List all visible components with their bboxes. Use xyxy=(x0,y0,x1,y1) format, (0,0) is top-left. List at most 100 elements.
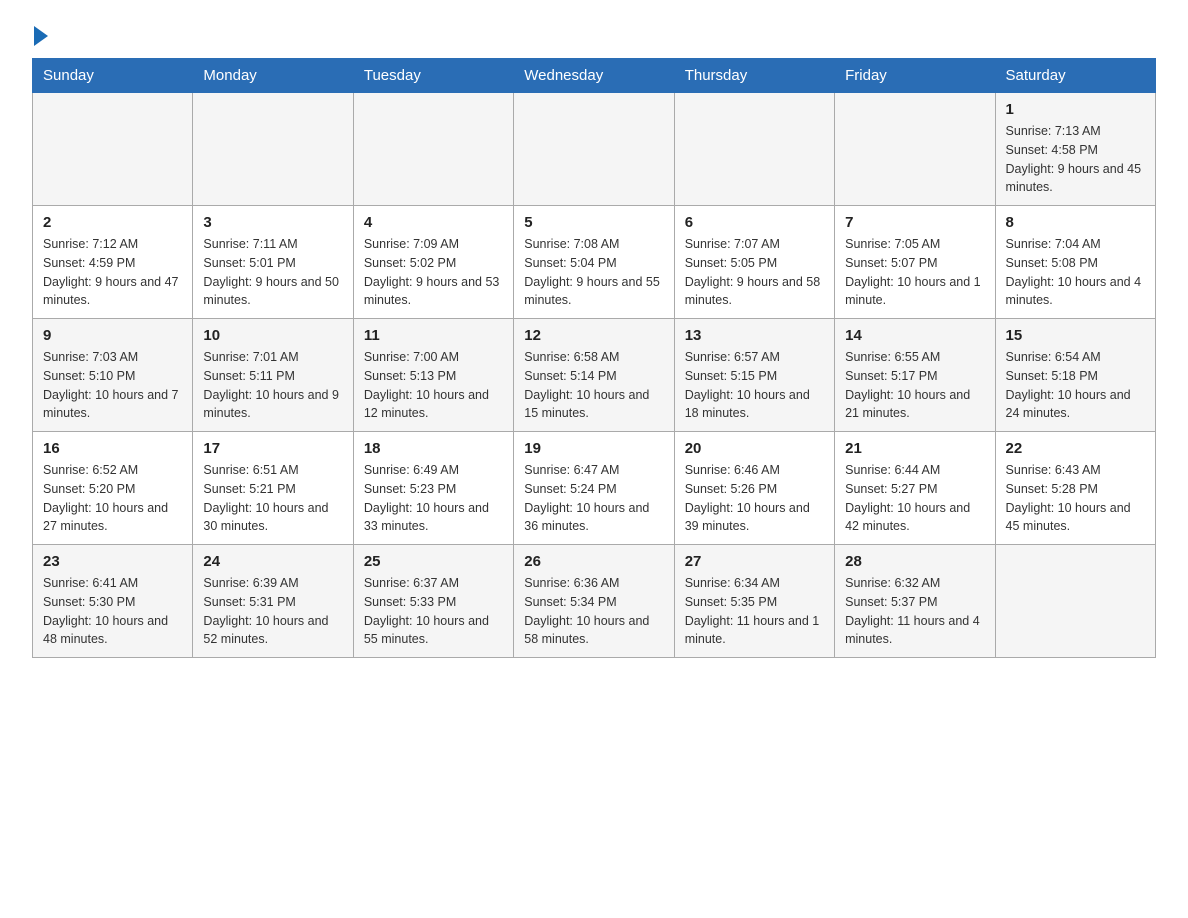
day-number: 18 xyxy=(364,440,503,457)
weekday-header-tuesday: Tuesday xyxy=(353,59,513,93)
calendar-day-cell xyxy=(193,93,353,206)
day-number: 9 xyxy=(43,327,182,344)
day-info: Sunrise: 6:43 AM Sunset: 5:28 PM Dayligh… xyxy=(1006,461,1145,536)
calendar-day-cell: 19 Sunrise: 6:47 AM Sunset: 5:24 PM Dayli… xyxy=(514,432,674,545)
calendar-day-cell: 12 Sunrise: 6:58 AM Sunset: 5:14 PM Dayli… xyxy=(514,319,674,432)
day-info: Sunrise: 6:41 AM Sunset: 5:30 PM Dayligh… xyxy=(43,574,182,649)
weekday-header-wednesday: Wednesday xyxy=(514,59,674,93)
day-info: Sunrise: 6:39 AM Sunset: 5:31 PM Dayligh… xyxy=(203,574,342,649)
day-number: 25 xyxy=(364,553,503,570)
calendar-day-cell: 21 Sunrise: 6:44 AM Sunset: 5:27 PM Dayli… xyxy=(835,432,995,545)
calendar-day-cell: 14 Sunrise: 6:55 AM Sunset: 5:17 PM Dayli… xyxy=(835,319,995,432)
logo xyxy=(32,24,48,42)
calendar-day-cell: 26 Sunrise: 6:36 AM Sunset: 5:34 PM Dayli… xyxy=(514,545,674,658)
day-number: 28 xyxy=(845,553,984,570)
day-number: 10 xyxy=(203,327,342,344)
page-header xyxy=(32,24,1156,42)
calendar-day-cell: 6 Sunrise: 7:07 AM Sunset: 5:05 PM Daylig… xyxy=(674,206,834,319)
day-info: Sunrise: 7:04 AM Sunset: 5:08 PM Dayligh… xyxy=(1006,235,1145,310)
calendar-day-cell: 20 Sunrise: 6:46 AM Sunset: 5:26 PM Dayli… xyxy=(674,432,834,545)
calendar-day-cell xyxy=(835,93,995,206)
day-number: 15 xyxy=(1006,327,1145,344)
calendar-day-cell: 4 Sunrise: 7:09 AM Sunset: 5:02 PM Daylig… xyxy=(353,206,513,319)
calendar-day-cell: 3Sunrise: 7:11 AM Sunset: 5:01 PM Daylig… xyxy=(193,206,353,319)
calendar-day-cell: 15 Sunrise: 6:54 AM Sunset: 5:18 PM Dayli… xyxy=(995,319,1155,432)
calendar-day-cell xyxy=(33,93,193,206)
day-info: Sunrise: 6:32 AM Sunset: 5:37 PM Dayligh… xyxy=(845,574,984,649)
day-number: 19 xyxy=(524,440,663,457)
day-info: Sunrise: 6:34 AM Sunset: 5:35 PM Dayligh… xyxy=(685,574,824,649)
calendar-header-row: SundayMondayTuesdayWednesdayThursdayFrid… xyxy=(33,59,1156,93)
calendar-day-cell: 16 Sunrise: 6:52 AM Sunset: 5:20 PM Dayli… xyxy=(33,432,193,545)
day-number: 3 xyxy=(203,214,342,231)
day-number: 23 xyxy=(43,553,182,570)
calendar-day-cell: 13 Sunrise: 6:57 AM Sunset: 5:15 PM Dayli… xyxy=(674,319,834,432)
day-number: 14 xyxy=(845,327,984,344)
day-info: Sunrise: 7:05 AM Sunset: 5:07 PM Dayligh… xyxy=(845,235,984,310)
day-number: 16 xyxy=(43,440,182,457)
calendar-week-row: 2 Sunrise: 7:12 AM Sunset: 4:59 PM Daylig… xyxy=(33,206,1156,319)
calendar-day-cell: 5 Sunrise: 7:08 AM Sunset: 5:04 PM Daylig… xyxy=(514,206,674,319)
day-info: Sunrise: 7:07 AM Sunset: 5:05 PM Dayligh… xyxy=(685,235,824,310)
calendar-week-row: 1 Sunrise: 7:13 AM Sunset: 4:58 PM Daylig… xyxy=(33,93,1156,206)
calendar-day-cell xyxy=(995,545,1155,658)
day-number: 20 xyxy=(685,440,824,457)
day-number: 21 xyxy=(845,440,984,457)
calendar-day-cell xyxy=(514,93,674,206)
day-info: Sunrise: 6:58 AM Sunset: 5:14 PM Dayligh… xyxy=(524,348,663,423)
day-number: 12 xyxy=(524,327,663,344)
day-number: 26 xyxy=(524,553,663,570)
day-number: 8 xyxy=(1006,214,1145,231)
day-info: Sunrise: 6:46 AM Sunset: 5:26 PM Dayligh… xyxy=(685,461,824,536)
day-number: 5 xyxy=(524,214,663,231)
day-number: 6 xyxy=(685,214,824,231)
day-info: Sunrise: 6:36 AM Sunset: 5:34 PM Dayligh… xyxy=(524,574,663,649)
day-info: Sunrise: 7:01 AM Sunset: 5:11 PM Dayligh… xyxy=(203,348,342,423)
logo-arrow-icon xyxy=(34,26,48,46)
day-info: Sunrise: 7:09 AM Sunset: 5:02 PM Dayligh… xyxy=(364,235,503,310)
day-info: Sunrise: 7:03 AM Sunset: 5:10 PM Dayligh… xyxy=(43,348,182,423)
day-info: Sunrise: 6:54 AM Sunset: 5:18 PM Dayligh… xyxy=(1006,348,1145,423)
day-number: 7 xyxy=(845,214,984,231)
day-info: Sunrise: 6:51 AM Sunset: 5:21 PM Dayligh… xyxy=(203,461,342,536)
day-info: Sunrise: 6:57 AM Sunset: 5:15 PM Dayligh… xyxy=(685,348,824,423)
calendar-day-cell: 23 Sunrise: 6:41 AM Sunset: 5:30 PM Dayli… xyxy=(33,545,193,658)
calendar-day-cell: 28 Sunrise: 6:32 AM Sunset: 5:37 PM Dayli… xyxy=(835,545,995,658)
weekday-header-saturday: Saturday xyxy=(995,59,1155,93)
calendar-day-cell: 2 Sunrise: 7:12 AM Sunset: 4:59 PM Daylig… xyxy=(33,206,193,319)
weekday-header-thursday: Thursday xyxy=(674,59,834,93)
calendar-week-row: 23 Sunrise: 6:41 AM Sunset: 5:30 PM Dayli… xyxy=(33,545,1156,658)
day-info: Sunrise: 7:12 AM Sunset: 4:59 PM Dayligh… xyxy=(43,235,182,310)
weekday-header-sunday: Sunday xyxy=(33,59,193,93)
day-number: 4 xyxy=(364,214,503,231)
calendar-day-cell: 27 Sunrise: 6:34 AM Sunset: 5:35 PM Dayli… xyxy=(674,545,834,658)
day-number: 13 xyxy=(685,327,824,344)
day-number: 17 xyxy=(203,440,342,457)
weekday-header-friday: Friday xyxy=(835,59,995,93)
calendar-day-cell: 22 Sunrise: 6:43 AM Sunset: 5:28 PM Dayli… xyxy=(995,432,1155,545)
calendar-day-cell: 7 Sunrise: 7:05 AM Sunset: 5:07 PM Daylig… xyxy=(835,206,995,319)
calendar-day-cell: 17 Sunrise: 6:51 AM Sunset: 5:21 PM Dayli… xyxy=(193,432,353,545)
calendar-week-row: 9 Sunrise: 7:03 AM Sunset: 5:10 PM Daylig… xyxy=(33,319,1156,432)
day-info: Sunrise: 6:55 AM Sunset: 5:17 PM Dayligh… xyxy=(845,348,984,423)
day-info: Sunrise: 6:44 AM Sunset: 5:27 PM Dayligh… xyxy=(845,461,984,536)
day-info: Sunrise: 6:47 AM Sunset: 5:24 PM Dayligh… xyxy=(524,461,663,536)
calendar-week-row: 16 Sunrise: 6:52 AM Sunset: 5:20 PM Dayli… xyxy=(33,432,1156,545)
day-info: Sunrise: 7:13 AM Sunset: 4:58 PM Dayligh… xyxy=(1006,122,1145,197)
calendar-day-cell: 1 Sunrise: 7:13 AM Sunset: 4:58 PM Daylig… xyxy=(995,93,1155,206)
day-info: Sunrise: 6:49 AM Sunset: 5:23 PM Dayligh… xyxy=(364,461,503,536)
day-info: Sunrise: 7:00 AM Sunset: 5:13 PM Dayligh… xyxy=(364,348,503,423)
day-info: Sunrise: 7:08 AM Sunset: 5:04 PM Dayligh… xyxy=(524,235,663,310)
calendar-table: SundayMondayTuesdayWednesdayThursdayFrid… xyxy=(32,58,1156,658)
calendar-day-cell: 9 Sunrise: 7:03 AM Sunset: 5:10 PM Daylig… xyxy=(33,319,193,432)
day-number: 22 xyxy=(1006,440,1145,457)
day-number: 11 xyxy=(364,327,503,344)
day-number: 1 xyxy=(1006,101,1145,118)
calendar-day-cell: 25Sunrise: 6:37 AM Sunset: 5:33 PM Dayli… xyxy=(353,545,513,658)
day-number: 2 xyxy=(43,214,182,231)
day-number: 27 xyxy=(685,553,824,570)
day-info: Sunrise: 6:52 AM Sunset: 5:20 PM Dayligh… xyxy=(43,461,182,536)
weekday-header-monday: Monday xyxy=(193,59,353,93)
calendar-day-cell xyxy=(353,93,513,206)
calendar-day-cell xyxy=(674,93,834,206)
